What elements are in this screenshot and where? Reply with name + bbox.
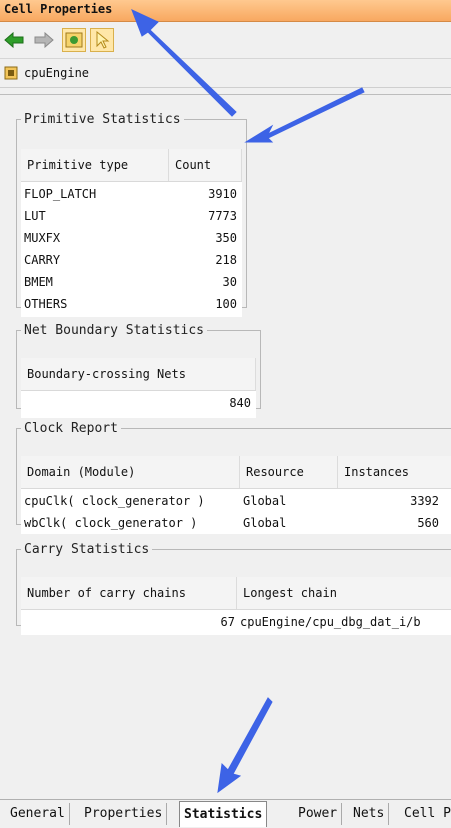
net-boundary-legend: Net Boundary Statistics (24, 323, 205, 338)
net-boundary-group: Net Boundary Statistics Boundary-crossin… (16, 323, 261, 418)
net-boundary-table: Boundary-crossing Nets 840 (21, 358, 256, 418)
domain-cell: wbClk( clock_generator ) (24, 516, 198, 530)
tab-cell-pins[interactable]: Cell P (400, 803, 451, 825)
table-row[interactable]: OTHERS 100 (21, 293, 242, 315)
primitive-type-cell: LUT (24, 209, 46, 223)
resource-cell: Global (243, 516, 287, 530)
primitive-type-cell: FLOP_LATCH (24, 187, 97, 201)
table-row[interactable]: cpuClk( clock_generator ) Global 3392 (21, 490, 451, 512)
tab-statistics[interactable]: Statistics (179, 801, 268, 827)
col-boundary-crossing-nets[interactable]: Boundary-crossing Nets (21, 358, 256, 390)
carry-statistics-table: Number of carry chains Longest chain 67 … (21, 577, 451, 635)
col-longest-chain[interactable]: Longest chain (237, 577, 451, 609)
domain-cell: cpuClk( clock_generator ) (24, 494, 205, 508)
window-title: Cell Properties (4, 2, 113, 16)
table-row[interactable]: CARRY 218 (21, 249, 242, 271)
longest-chain-cell: cpuEngine/cpu_dbg_dat_i/b (240, 615, 421, 629)
count-cell: 7773 (208, 209, 237, 223)
count-cell: 218 (215, 253, 237, 267)
carry-statistics-group: Carry Statistics Number of carry chains … (16, 542, 451, 635)
col-domain-module[interactable]: Domain (Module) (21, 456, 240, 488)
tab-bar: General Properties Statistics Power Nets… (0, 799, 451, 828)
carry-statistics-legend: Carry Statistics (24, 542, 150, 557)
count-cell: 100 (215, 297, 237, 311)
table-row[interactable]: 840 (21, 392, 256, 414)
primitive-statistics-table: Primitive type Count FLOP_LATCH 3910 LUT… (21, 149, 242, 317)
cell-icon (4, 66, 18, 83)
back-arrow-icon[interactable] (2, 28, 26, 52)
count-cell: 350 (215, 231, 237, 245)
table-row[interactable]: wbClk( clock_generator ) Global 560 (21, 512, 451, 534)
clock-report-table: Domain (Module) Resource Instances cpuCl… (21, 456, 451, 534)
instances-cell: 3392 (410, 494, 439, 508)
primitive-type-cell: CARRY (24, 253, 61, 267)
select-pointer-icon[interactable] (90, 28, 114, 52)
col-primitive-type[interactable]: Primitive type (21, 149, 169, 181)
col-count[interactable]: Count (169, 149, 242, 181)
tab-general[interactable]: General (6, 803, 70, 825)
clock-report-legend: Clock Report (24, 421, 118, 436)
primitive-type-cell: BMEM (24, 275, 53, 289)
col-instances[interactable]: Instances (338, 456, 451, 488)
breadcrumb: cpuEngine (0, 59, 451, 88)
table-row[interactable]: LUT 7773 (21, 205, 242, 227)
tab-properties[interactable]: Properties (80, 803, 168, 825)
forward-arrow-icon[interactable] (32, 28, 56, 52)
primitive-statistics-group: Primitive Statistics Primitive type Coun… (16, 112, 247, 317)
primitive-type-cell: MUXFX (24, 231, 61, 245)
toolbar (0, 22, 451, 59)
window-titlebar: Cell Properties (0, 0, 451, 22)
instances-cell: 560 (417, 516, 439, 530)
primitive-type-cell: OTHERS (24, 297, 68, 311)
col-resource[interactable]: Resource (240, 456, 338, 488)
statistics-panel: Primitive Statistics Primitive type Coun… (0, 94, 451, 797)
clock-report-group: Clock Report Domain (Module) Resource In… (16, 421, 451, 534)
boundary-nets-value: 840 (229, 396, 251, 410)
count-cell: 30 (222, 275, 237, 289)
table-row[interactable]: 67 cpuEngine/cpu_dbg_dat_i/b (21, 611, 451, 633)
col-number-of-carry-chains[interactable]: Number of carry chains (21, 577, 237, 609)
refresh-schematic-icon[interactable] (62, 28, 86, 52)
count-cell: 3910 (208, 187, 237, 201)
table-row[interactable]: BMEM 30 (21, 271, 242, 293)
resource-cell: Global (243, 494, 287, 508)
table-row[interactable]: FLOP_LATCH 3910 (21, 183, 242, 205)
primitive-statistics-legend: Primitive Statistics (24, 112, 181, 127)
tab-power[interactable]: Power (294, 803, 343, 825)
table-row[interactable]: MUXFX 350 (21, 227, 242, 249)
carry-chain-count-cell: 67 (220, 615, 235, 629)
tab-nets[interactable]: Nets (349, 803, 390, 825)
cell-name: cpuEngine (24, 66, 90, 80)
